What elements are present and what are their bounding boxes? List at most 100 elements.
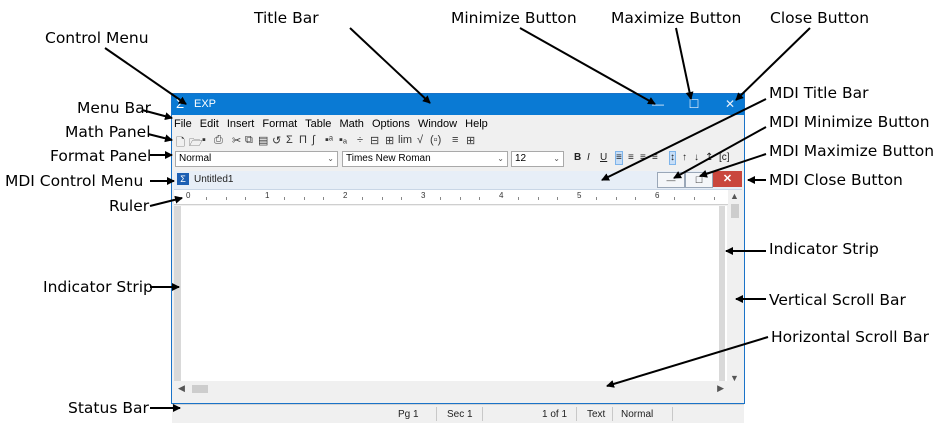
- style-select[interactable]: Normal ⌄: [175, 151, 338, 167]
- format-panel: Normal ⌄ Times New Roman ⌄ 12 ⌄ B I U ≡ …: [172, 149, 744, 169]
- callout-math-panel: Math Panel: [65, 123, 151, 141]
- status-page-count: 1 of 1: [542, 409, 568, 420]
- size-select[interactable]: 12 ⌄: [511, 151, 564, 167]
- app-window: Σ EXP — ☐ ✕ File Edit Insert Format Tabl…: [171, 93, 745, 423]
- status-page: Pg 1: [398, 409, 419, 420]
- vertical-scroll-bar[interactable]: ▲ ▼: [728, 190, 742, 384]
- control-menu-icon[interactable]: Σ: [176, 97, 190, 111]
- chevron-down-icon: ⌄: [553, 154, 560, 163]
- menu-table[interactable]: Table: [305, 118, 331, 130]
- status-section: Sec 1: [447, 409, 473, 420]
- vertical-scroll-thumb[interactable]: [731, 204, 739, 218]
- mdi-control-menu-icon[interactable]: Σ: [177, 173, 189, 185]
- document-area[interactable]: [181, 206, 727, 381]
- ruler-number: 4: [499, 191, 504, 200]
- close-button[interactable]: ✕: [712, 94, 748, 115]
- callout-ruler: Ruler: [109, 197, 150, 215]
- ruler-number: 3: [421, 191, 426, 200]
- divide-icon[interactable]: ⊟: [370, 134, 379, 147]
- callout-vertical-scroll-bar: Vertical Scroll Bar: [769, 291, 906, 309]
- stacked-icon[interactable]: ≡: [452, 134, 458, 146]
- menu-format[interactable]: Format: [262, 118, 297, 130]
- window-title: EXP: [194, 98, 217, 110]
- mdi-close-button[interactable]: ✕: [713, 171, 742, 187]
- tag-button[interactable]: [c]: [719, 152, 730, 163]
- style-select-value: Normal: [179, 153, 212, 164]
- spacing-icon[interactable]: ↕: [669, 151, 676, 165]
- raise-icon[interactable]: ↑: [682, 152, 687, 163]
- chevron-right-icon[interactable]: ▶: [717, 383, 724, 394]
- callout-mdi-control-menu: MDI Control Menu: [5, 172, 144, 190]
- ruler-number: 0: [186, 191, 191, 200]
- menu-edit[interactable]: Edit: [200, 118, 219, 130]
- chevron-down-icon: ⌄: [327, 154, 334, 163]
- callout-mdi-close-button: MDI Close Button: [769, 171, 903, 189]
- bold-button[interactable]: B: [574, 152, 581, 163]
- menu-bar: File Edit Insert Format Table Math Optio…: [172, 117, 744, 133]
- brackets-icon[interactable]: (▫): [430, 134, 441, 146]
- callout-indicator-strip-right: Indicator Strip: [769, 240, 879, 258]
- ruler[interactable]: 0 1 2 3 4 5 6: [174, 190, 730, 205]
- matrix-icon[interactable]: ⊞: [385, 134, 394, 147]
- callout-indicator-strip-left: Indicator Strip: [43, 278, 153, 296]
- font-select[interactable]: Times New Roman ⌄: [342, 151, 508, 167]
- math-panel: 🗋 🗁 ▪ ⎙ ✂ ⧉ ▤ ↺ Σ Π ∫ ▪ᵃ ▪ₐ ÷ ⊟ ⊞ lim √ …: [172, 133, 744, 149]
- copy-icon[interactable]: ⧉: [245, 134, 253, 147]
- horizontal-scroll-thumb[interactable]: [192, 385, 208, 393]
- mdi-title-bar[interactable]: Σ Untitled1 — ☐ ✕: [174, 171, 742, 190]
- callout-mdi-maximize-button: MDI Maximize Button: [769, 142, 935, 160]
- print-icon[interactable]: ⎙: [214, 134, 223, 147]
- mdi-minimize-button[interactable]: —: [657, 172, 685, 188]
- status-style: Normal: [621, 409, 654, 420]
- ruler-number: 2: [343, 191, 348, 200]
- callout-title-bar: Title Bar: [254, 9, 319, 27]
- align-right-icon[interactable]: ≡: [640, 152, 646, 163]
- justify-icon[interactable]: ≡: [652, 152, 658, 163]
- chevron-up-icon[interactable]: ▲: [730, 191, 739, 201]
- limit-icon[interactable]: lim: [398, 134, 412, 146]
- sum-icon[interactable]: Σ: [286, 134, 293, 146]
- paste-icon[interactable]: ▤: [258, 134, 268, 147]
- callout-mdi-title-bar: MDI Title Bar: [769, 84, 869, 102]
- callout-horizontal-scroll-bar: Horizontal Scroll Bar: [771, 328, 929, 346]
- status-mode: Text: [587, 409, 606, 420]
- font-select-value: Times New Roman: [346, 153, 431, 164]
- menu-insert[interactable]: Insert: [227, 118, 255, 130]
- undo-icon[interactable]: ↺: [272, 134, 281, 147]
- chevron-down-icon: ⌄: [497, 154, 504, 163]
- underline-button[interactable]: U: [600, 152, 607, 163]
- indent-icon[interactable]: ↥: [705, 152, 713, 163]
- integral-icon[interactable]: ∫: [312, 134, 315, 146]
- sqrt-icon[interactable]: √: [417, 134, 423, 146]
- mdi-maximize-button[interactable]: ☐: [685, 172, 713, 188]
- title-bar[interactable]: Σ EXP — ☐ ✕: [172, 94, 744, 115]
- cut-icon[interactable]: ✂: [232, 134, 241, 147]
- callout-control-menu: Control Menu: [45, 29, 149, 47]
- fraction-icon[interactable]: ÷: [357, 134, 363, 146]
- subscript-icon[interactable]: ▪ₐ: [339, 134, 347, 146]
- table-icon[interactable]: ⊞: [466, 134, 475, 147]
- save-icon[interactable]: ▪: [202, 134, 206, 146]
- horizontal-scroll-bar[interactable]: ◀ ▶: [174, 382, 728, 396]
- superscript-icon[interactable]: ▪ᵃ: [325, 134, 333, 146]
- menu-window[interactable]: Window: [418, 118, 457, 130]
- indicator-strip-right: [719, 206, 725, 381]
- menu-help[interactable]: Help: [465, 118, 488, 130]
- maximize-button[interactable]: ☐: [676, 94, 712, 115]
- indicator-strip-left: [174, 206, 181, 381]
- italic-button[interactable]: I: [587, 152, 590, 163]
- chevron-left-icon[interactable]: ◀: [178, 383, 185, 394]
- minimize-button[interactable]: —: [640, 94, 676, 115]
- lower-icon[interactable]: ↓: [694, 152, 699, 163]
- align-center-icon[interactable]: ≡: [628, 152, 634, 163]
- align-left-icon[interactable]: ≡: [615, 151, 623, 165]
- menu-options[interactable]: Options: [372, 118, 410, 130]
- product-icon[interactable]: Π: [299, 134, 307, 146]
- callout-minimize-button: Minimize Button: [451, 9, 577, 27]
- status-bar: Pg 1 Sec 1 1 of 1 Text Normal: [172, 404, 744, 423]
- menu-math[interactable]: Math: [339, 118, 363, 130]
- ruler-number: 1: [265, 191, 270, 200]
- menu-file[interactable]: File: [174, 118, 192, 130]
- chevron-down-icon[interactable]: ▼: [730, 373, 739, 383]
- size-select-value: 12: [515, 153, 527, 164]
